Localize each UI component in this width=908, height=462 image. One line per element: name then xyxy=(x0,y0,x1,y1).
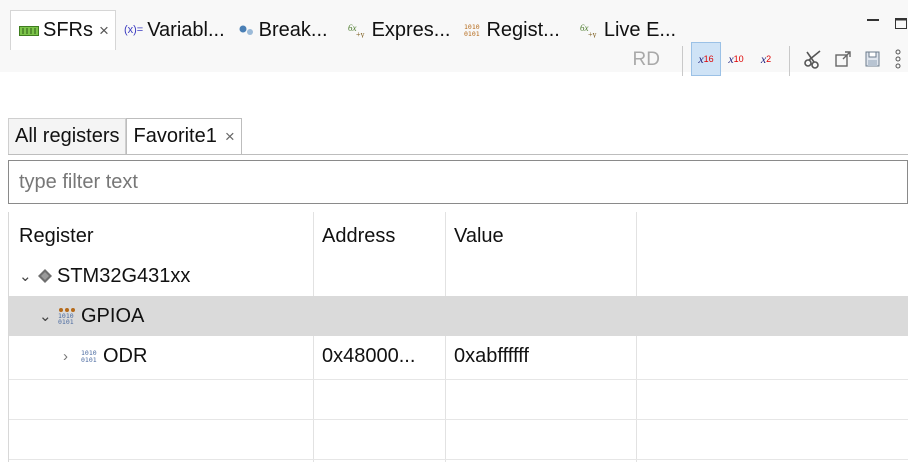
row-address xyxy=(314,296,445,336)
tab-registers-label: Regist... xyxy=(486,18,560,41)
scissors-icon[interactable] xyxy=(798,42,828,76)
table-header: Register Address Value xyxy=(9,216,908,256)
svg-text:+y: +y xyxy=(588,30,597,38)
tab-favorite1-label: Favorite1 xyxy=(133,125,217,147)
tab-registers[interactable]: 1010 0101 Regist... xyxy=(456,10,565,50)
live-expressions-icon: 6x +y xyxy=(580,22,600,38)
rd-button[interactable]: RD xyxy=(633,49,660,71)
expand-icon[interactable]: ⌄ xyxy=(39,307,57,325)
tab-all-registers[interactable]: All registers xyxy=(8,118,127,154)
view-toolbar: RD x 16 x 10 x2 xyxy=(633,42,908,76)
row-divider xyxy=(9,379,908,380)
close-icon[interactable]: × xyxy=(99,21,109,41)
column-header-address[interactable]: Address xyxy=(314,216,445,256)
breakpoints-icon xyxy=(239,24,255,36)
filter-input[interactable] xyxy=(19,170,897,194)
tab-favorite1[interactable]: Favorite1 × xyxy=(126,118,242,154)
svg-text:+y: +y xyxy=(356,30,365,38)
close-icon[interactable]: × xyxy=(225,127,235,147)
svg-text:0101: 0101 xyxy=(58,318,74,325)
save-icon[interactable] xyxy=(858,42,888,76)
maximize-icon[interactable] xyxy=(894,14,908,35)
register-set-tabs: All registers Favorite1 × xyxy=(8,118,242,154)
register-tree-table: Register Address Value ⌄ STM32G431xx ⌄ 1… xyxy=(8,212,908,462)
tab-expressions-label: Expres... xyxy=(371,18,451,41)
peripheral-icon: 1010 0101 xyxy=(57,307,77,325)
expressions-icon: 6x +y xyxy=(348,22,368,38)
view-menu-icon[interactable] xyxy=(888,42,908,76)
window-controls xyxy=(866,14,908,35)
row-address: 0x48000... xyxy=(322,344,416,367)
row-name: ODR xyxy=(103,344,148,367)
row-divider xyxy=(9,459,908,460)
registers-icon: 1010 0101 xyxy=(464,23,482,37)
chip-icon xyxy=(37,268,53,284)
tab-breakpoints[interactable]: Break... xyxy=(231,10,334,50)
minimize-icon[interactable] xyxy=(866,14,880,35)
view-tabs: SFRs × (x)= Variabl... Break... 6x +y Exp… xyxy=(10,10,682,50)
svg-text:0101: 0101 xyxy=(81,356,97,363)
tab-variables-label: Variabl... xyxy=(147,18,225,41)
svg-text:0101: 0101 xyxy=(464,30,480,37)
row-name: STM32G431xx xyxy=(57,264,191,287)
toolbar-separator xyxy=(682,46,683,76)
tab-divider xyxy=(8,154,908,155)
table-row[interactable]: ⌄ STM32G431xx xyxy=(9,256,908,296)
column-header-register[interactable]: Register xyxy=(9,216,313,256)
table-row[interactable]: ⌄ 1010 0101 GPIOA xyxy=(9,296,908,336)
variables-icon: (x)= xyxy=(123,24,144,36)
tab-variables[interactable]: (x)= Variabl... xyxy=(116,10,231,50)
toolbar-separator xyxy=(789,46,790,76)
tab-sfrs-label: SFRs xyxy=(43,19,93,41)
export-icon[interactable] xyxy=(828,42,858,76)
row-address xyxy=(314,256,445,296)
expand-icon[interactable]: › xyxy=(63,348,81,365)
filter-box xyxy=(8,160,908,204)
row-value xyxy=(446,256,636,296)
row-value: 0xabffffff xyxy=(454,344,529,367)
expand-icon[interactable]: ⌄ xyxy=(19,267,37,285)
row-divider xyxy=(9,419,908,420)
register-icon: 1010 0101 xyxy=(81,349,99,363)
tab-expressions[interactable]: 6x +y Expres... xyxy=(334,10,457,50)
column-header-value[interactable]: Value xyxy=(446,216,636,256)
table-row[interactable]: › 1010 0101 ODR 0x48000... 0xabffffff xyxy=(9,336,908,376)
view-tab-bar: SFRs × (x)= Variabl... Break... 6x +y Exp… xyxy=(0,0,908,76)
decimal-format-button[interactable]: x 10 xyxy=(721,42,751,76)
hex-format-button[interactable]: x 16 xyxy=(691,42,721,76)
tab-sfrs[interactable]: SFRs × xyxy=(10,10,116,50)
tab-live-expressions[interactable]: 6x +y Live E... xyxy=(566,10,682,50)
sfr-icon xyxy=(19,25,39,36)
tab-all-registers-label: All registers xyxy=(15,125,120,147)
row-value xyxy=(446,296,636,336)
row-name: GPIOA xyxy=(81,304,145,327)
tab-breakpoints-label: Break... xyxy=(258,18,328,41)
binary-format-button[interactable]: x2 xyxy=(751,42,781,76)
tab-live-expressions-label: Live E... xyxy=(603,18,677,41)
